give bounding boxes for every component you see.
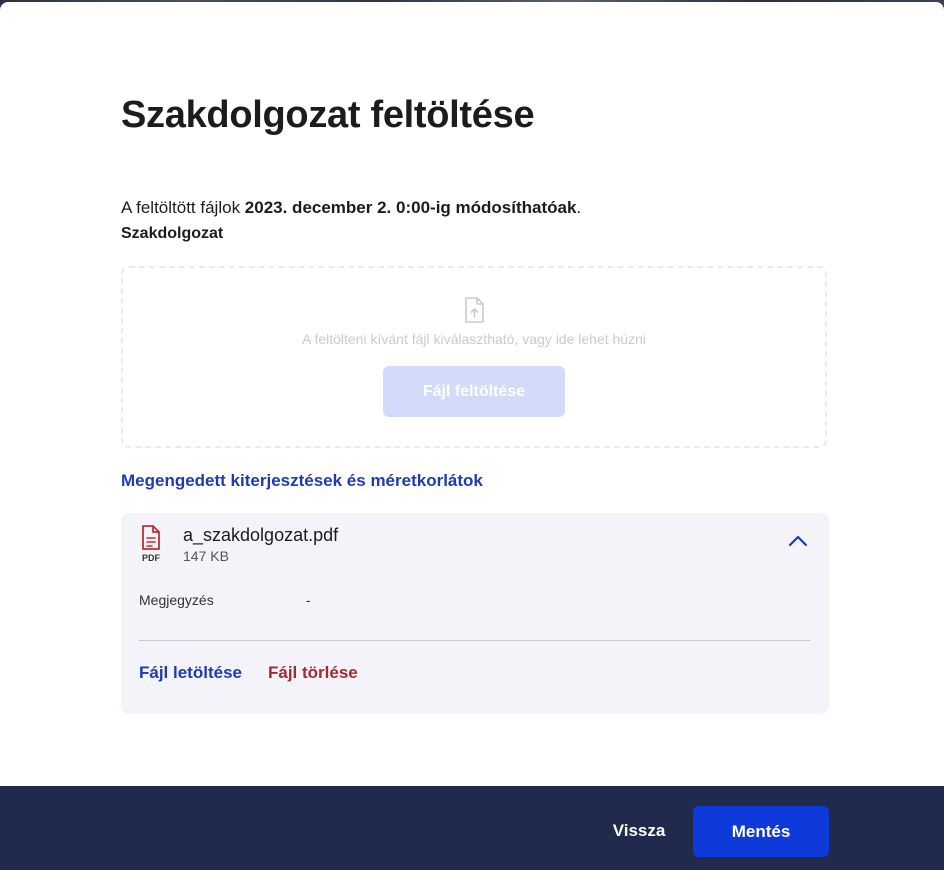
pdf-document-glyph <box>142 525 160 550</box>
file-size: 147 KB <box>183 548 229 564</box>
allowed-extensions-link[interactable]: Megengedett kiterjesztések és méretkorlá… <box>121 471 483 491</box>
pdf-file-icon: PDF <box>139 525 163 565</box>
deadline-date: 2023. december 2. 0:00-ig módosíthatóak <box>244 198 577 217</box>
delete-file-link[interactable]: Fájl törlése <box>268 663 358 683</box>
upload-file-button[interactable]: Fájl feltöltése <box>383 366 565 417</box>
dialog-footer: Vissza Mentés <box>0 786 944 870</box>
dialog-title: Szakdolgozat feltöltése <box>121 94 535 136</box>
save-button[interactable]: Mentés <box>693 806 829 857</box>
note-value: - <box>306 592 311 608</box>
file-name: a_szakdolgozat.pdf <box>183 525 339 545</box>
back-button[interactable]: Vissza <box>596 806 682 856</box>
upload-dialog: Szakdolgozat feltöltése A feltöltött fáj… <box>0 2 944 786</box>
deadline-suffix: . <box>576 198 582 217</box>
section-label: Szakdolgozat <box>121 225 224 242</box>
dropzone-hint: A feltölteni kívánt fájl kiválasztható, … <box>302 331 646 347</box>
uploaded-file-card: PDF a_szakdolgozat.pdf 147 KB Megjegyzés… <box>121 513 829 714</box>
collapse-file-details-button[interactable] <box>785 531 811 551</box>
chevron-up-icon <box>788 535 808 547</box>
download-file-link[interactable]: Fájl letöltése <box>139 663 242 683</box>
pdf-type-tag: PDF <box>142 553 160 563</box>
file-dropzone[interactable]: A feltölteni kívánt fájl kiválasztható, … <box>121 266 827 448</box>
file-upload-icon <box>465 297 484 323</box>
deadline-notice: A feltöltött fájlok 2023. december 2. 0:… <box>121 198 581 218</box>
deadline-prefix: A feltöltött fájlok <box>121 198 245 217</box>
note-label: Megjegyzés <box>139 592 214 608</box>
divider <box>139 640 810 641</box>
